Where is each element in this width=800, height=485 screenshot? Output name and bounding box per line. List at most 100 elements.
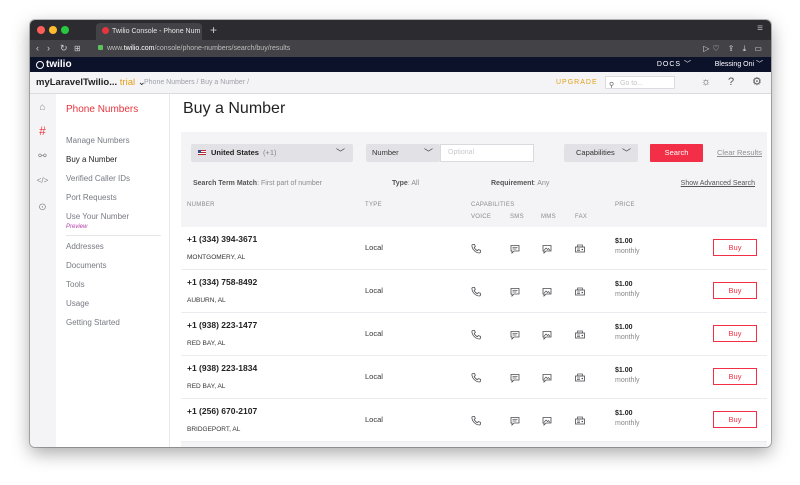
url-field[interactable]: www.twilio.com/console/phone-numbers/sea… (98, 42, 698, 55)
phone-number: +1 (334) 394-3671 (187, 234, 258, 244)
search-button[interactable]: Search (650, 144, 703, 162)
price-period: monthly (615, 420, 640, 427)
show-advanced-search-link[interactable]: Show Advanced Search (681, 180, 755, 187)
message-icon (509, 328, 521, 340)
requirement-filter: Requirement: Any (491, 180, 549, 187)
number-location: MONTGOMERY, AL (187, 254, 246, 261)
buy-button[interactable]: Buy (713, 239, 757, 256)
browser-menu-icon[interactable]: ≡ (757, 23, 763, 34)
column-price: PRICE (615, 202, 635, 208)
phone-icon (470, 371, 482, 383)
number-type: Local (365, 372, 383, 381)
fax-icon (574, 371, 586, 383)
image-message-icon (541, 328, 553, 340)
chevron-down-icon: ﹀ (423, 148, 433, 158)
nav-tools[interactable]: Tools (66, 280, 85, 289)
more-products-icon[interactable]: ⊙ (30, 202, 55, 213)
chevron-down-icon: ﹀ (756, 61, 763, 68)
developer-code-icon[interactable]: </> (30, 176, 55, 185)
number-price: $1.00 (615, 367, 633, 374)
buy-button[interactable]: Buy (713, 325, 757, 342)
phone-number: +1 (334) 758-8492 (187, 277, 258, 287)
buy-button[interactable]: Buy (713, 411, 757, 428)
image-message-icon (541, 242, 553, 254)
country-name: United States (211, 148, 259, 157)
number-search-input[interactable]: Optional (440, 144, 534, 162)
twilio-logo-icon (36, 61, 44, 69)
country-select[interactable]: United States (+1) ﹀ (191, 144, 353, 162)
table-row: +1 (938) 223-1477 RED BAY, AL Local $1.00… (181, 313, 767, 356)
match-label: Search Term Match (193, 180, 258, 187)
new-tab-icon[interactable]: + (210, 22, 217, 38)
capabilities-label: Capabilities (576, 148, 615, 157)
chevron-down-icon: ﹀ (621, 148, 631, 158)
number-type: Local (365, 286, 383, 295)
nav-addresses[interactable]: Addresses (66, 242, 104, 251)
clear-results-link[interactable]: Clear Results (717, 144, 762, 162)
forward-icon[interactable]: › (47, 42, 50, 55)
upgrade-link[interactable]: UPGRADE (556, 72, 598, 93)
minimize-window-button[interactable] (49, 26, 57, 34)
browser-toolbar-icons[interactable]: ▷♡ ⇪ ⤓ ▭ (703, 42, 765, 55)
chevron-down-icon: ﹀ (335, 148, 345, 158)
help-icon[interactable]: ? (728, 75, 734, 90)
reload-icon[interactable]: ↻ (60, 42, 68, 55)
nav-usage[interactable]: Usage (66, 299, 89, 308)
phone-number: +1 (256) 670-2107 (187, 406, 258, 416)
search-mode-value: Number (372, 148, 399, 157)
home-icon[interactable]: ⌂ (30, 102, 55, 113)
buy-button[interactable]: Buy (713, 282, 757, 299)
buy-button[interactable]: Buy (713, 368, 757, 385)
goto-search-input[interactable]: ⚲ Go to... (605, 76, 675, 89)
price-period: monthly (615, 248, 640, 255)
user-menu[interactable]: Blessing Oni ﹀ (715, 58, 763, 71)
project-selector[interactable]: myLaravelTwilio... trial ⌄ (36, 72, 146, 93)
number-location: AUBURN, AL (187, 297, 226, 304)
search-mode-select[interactable]: Number ﹀ (366, 144, 440, 162)
browser-tab[interactable]: Twilio Console - Phone Num (96, 23, 202, 40)
search-term-match: Search Term Match: First part of number (193, 180, 322, 187)
trial-badge: trial (119, 77, 136, 88)
docs-menu[interactable]: DOCS ﹀ (657, 58, 692, 71)
nav-verified-caller-ids[interactable]: Verified Caller IDs (66, 174, 130, 183)
nav-manage-numbers[interactable]: Manage Numbers (66, 136, 130, 145)
phone-numbers-hash-icon[interactable]: # (30, 124, 55, 138)
breadcrumb: Phone Numbers / Buy a Number / (144, 79, 250, 86)
nav-port-requests[interactable]: Port Requests (66, 193, 117, 202)
capabilities-select[interactable]: Capabilities ﹀ (564, 144, 638, 162)
nav-use-your-number[interactable]: Use Your Number (66, 212, 129, 221)
debugger-bug-icon[interactable]: ☼ (701, 75, 711, 90)
number-price: $1.00 (615, 281, 633, 288)
type-filter: Type: All (392, 180, 419, 187)
number-location: BRIDGEPORT, AL (187, 426, 241, 433)
zoom-window-button[interactable] (61, 26, 69, 34)
close-window-button[interactable] (37, 26, 45, 34)
nav-buy-a-number[interactable]: Buy a Number (66, 155, 117, 164)
nav-getting-started[interactable]: Getting Started (66, 318, 120, 327)
speed-dial-icon[interactable]: ⊞ (74, 42, 81, 55)
phone-numbers-subnav: Phone Numbers Manage Numbers Buy a Numbe… (56, 94, 170, 447)
phone-number: +1 (938) 223-1477 (187, 320, 258, 330)
nav-divider (66, 235, 161, 236)
image-message-icon (541, 371, 553, 383)
phone-icon (470, 328, 482, 340)
user-name: Blessing Oni (714, 61, 755, 68)
search-placeholder: Optional (448, 149, 475, 156)
subnav-title[interactable]: Phone Numbers (66, 104, 138, 115)
number-price: $1.00 (615, 324, 633, 331)
number-type: Local (365, 329, 383, 338)
studio-flow-icon[interactable]: ⚯ (30, 151, 55, 162)
goto-placeholder: Go to... (620, 80, 643, 87)
image-message-icon (541, 414, 553, 426)
price-period: monthly (615, 377, 640, 384)
browser-tab-bar: Twilio Console - Phone Num + ≡ (30, 20, 771, 40)
nav-documents[interactable]: Documents (66, 261, 106, 270)
twilio-logo[interactable]: twilio (36, 58, 72, 71)
requirement-label: Requirement (491, 180, 534, 187)
docs-label: DOCS (656, 61, 682, 68)
settings-gear-icon[interactable]: ⚙ (752, 75, 762, 90)
phone-icon (470, 285, 482, 297)
phone-icon (470, 414, 482, 426)
country-code: (+1) (262, 148, 277, 157)
back-icon[interactable]: ‹ (36, 42, 39, 55)
